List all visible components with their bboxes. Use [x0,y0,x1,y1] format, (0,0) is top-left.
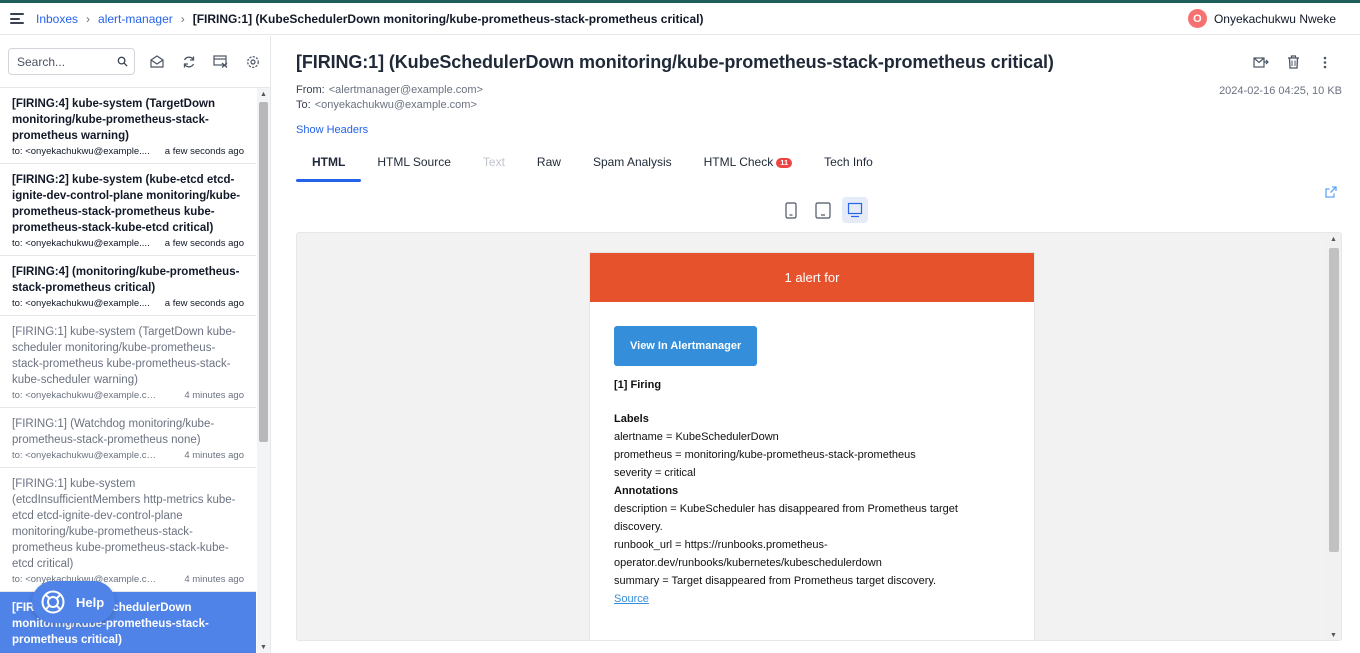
from-row: From: <alertmanager@example.com> [296,84,483,96]
menu-icon[interactable] [10,13,24,24]
from-value: <alertmanager@example.com> [328,84,483,96]
message-recipient: to: <onyekachukwu@example.... [12,238,150,249]
message-recipient: to: <onyekachukwu@example.... [12,298,150,309]
message-list: [FIRING:4] kube-system (TargetDown monit… [0,88,256,653]
annotation-line: summary = Target disappeared from Promet… [614,575,937,587]
refresh-icon[interactable] [180,52,199,72]
device-switcher [775,197,871,223]
message-subject: [FIRING:4] (monitoring/kube-prometheus-s… [12,266,240,294]
labels-heading: Labels [614,413,649,425]
view-in-alertmanager-button[interactable]: View In Alertmanager [614,326,758,366]
list-item[interactable]: [FIRING:1] kube-system (etcdInsufficient… [0,468,256,592]
list-item[interactable]: [FIRING:1] (Watchdog monitoring/kube-pro… [0,408,256,468]
user-menu[interactable]: O Onyekachukwu Nweke [1187,9,1336,28]
message-time: a few seconds ago [164,298,244,309]
list-item[interactable]: [FIRING:1] kube-system (TargetDown kube-… [0,316,256,408]
alert-email: 1 alert for View In Alertmanager [1] Fir… [589,252,1035,640]
message-subject: [FIRING:1] (Watchdog monitoring/kube-pro… [12,418,215,446]
desktop-view-icon[interactable] [842,197,868,223]
show-headers-link[interactable]: Show Headers [296,124,368,136]
avatar: O [1187,9,1207,28]
top-bar: Inboxes › alert-manager › [FIRING:1] (Ku… [0,3,1360,35]
scrollbar-thumb[interactable] [1329,248,1339,552]
annotation-line: description = KubeScheduler has disappea… [614,503,958,533]
scroll-down-icon[interactable]: ▼ [1330,632,1337,639]
to-row: To: <onyekachukwu@example.com> [296,99,477,111]
message-list-scrollbar[interactable]: ▲ ▼ [257,88,270,653]
alert-body: View In Alertmanager [1] Firing Labels a… [590,302,1034,632]
search-input[interactable] [17,54,117,69]
mark-read-icon[interactable] [148,52,167,72]
message-recipient: to: <onyekachukwu@example.com> [12,450,157,461]
message-time: 4 minutes ago [184,574,244,585]
message-subject: [FIRING:1] kube-system (TargetDown kube-… [12,326,236,386]
breadcrumb-inboxes[interactable]: Inboxes [36,12,78,26]
tab-html-source[interactable]: HTML Source [361,153,467,182]
tab-text: Text [482,155,505,169]
html-check-badge: 11 [776,158,793,168]
tab-tech-info[interactable]: Tech Info [808,153,889,182]
list-item[interactable]: [FIRING:4] kube-system (TargetDown monit… [0,88,256,164]
open-external-icon[interactable] [1324,185,1338,199]
source-link[interactable]: Source [614,593,649,605]
search-box [8,48,135,75]
scroll-up-icon[interactable]: ▲ [260,91,267,98]
message-subject: [FIRING:1] kube-system (etcdInsufficient… [12,478,236,570]
user-name: Onyekachukwu Nweke [1213,11,1336,26]
lifebuoy-icon [41,590,65,614]
to-label: To: [296,99,311,111]
annotations-heading: Annotations [614,485,679,497]
breadcrumb-current: [FIRING:1] (KubeSchedulerDown monitoring… [192,11,704,26]
message-subject: [FIRING:4] kube-system (TargetDown monit… [12,98,215,142]
tab-raw[interactable]: Raw [521,153,577,182]
alert-header: 1 alert for [590,253,1034,302]
message-subject: [FIRING:2] kube-system (kube-etcd etcd-i… [12,174,241,234]
mobile-view-icon[interactable] [778,197,804,223]
list-item[interactable]: [FIRING:4] (monitoring/kube-prometheus-s… [0,256,256,316]
message-recipient: to: <onyekachukwu@example.com> [12,390,157,401]
preview-scrollbar[interactable]: ▲ ▼ [1326,233,1341,640]
message-time: 4 minutes ago [184,450,244,461]
sidebar: [FIRING:4] kube-system (TargetDown monit… [0,36,271,653]
sidebar-toolbar [0,36,270,88]
label-line: severity = critical [614,467,696,479]
help-label: Help [76,594,105,610]
tab-spam-analysis[interactable]: Spam Analysis [577,153,688,182]
message-recipient: to: <onyekachukwu@example.... [12,146,150,157]
scroll-down-icon[interactable]: ▼ [260,644,267,651]
breadcrumb-separator: › [86,11,91,26]
forward-icon[interactable] [1250,52,1272,72]
label-line: prometheus = monitoring/kube-prometheus-… [614,449,916,461]
list-item[interactable]: [FIRING:2] kube-system (kube-etcd etcd-i… [0,164,256,256]
from-label: From: [296,84,325,96]
tab-html-check[interactable]: HTML Check 11 [688,153,809,182]
clear-inbox-icon[interactable] [212,52,231,72]
trash-icon[interactable] [1282,52,1304,72]
breadcrumb-separator: › [180,11,185,26]
page-title: [FIRING:1] (KubeSchedulerDown monitoring… [296,52,1054,72]
message-actions [1240,52,1336,72]
breadcrumb-alert-manager[interactable]: alert-manager [98,12,173,26]
scrollbar-thumb[interactable] [259,102,268,442]
scroll-up-icon[interactable]: ▲ [1330,236,1337,243]
search-icon[interactable] [117,56,128,67]
message-time: 4 minutes ago [184,390,244,401]
message-date-size: 2024-02-16 04:25, 10 KB [1219,85,1342,97]
label-line: alertname = KubeSchedulerDown [614,431,779,443]
message-view: [FIRING:1] (KubeSchedulerDown monitoring… [272,36,1360,653]
annotation-line: runbook_url = https://runbooks.prometheu… [614,539,882,569]
firing-count: [1] Firing [614,379,662,391]
to-value: <onyekachukwu@example.com> [314,99,477,111]
tab-html[interactable]: HTML [296,153,362,182]
tab-bar: HTML HTML Source Text Raw Spam Analysis … [296,153,889,182]
message-time: a few seconds ago [164,238,244,249]
more-options-icon[interactable] [1314,52,1336,72]
help-button[interactable]: Help [32,581,115,623]
tablet-view-icon[interactable] [810,197,836,223]
settings-gear-icon[interactable] [243,52,262,72]
html-preview-frame: 1 alert for View In Alertmanager [1] Fir… [296,232,1342,641]
message-time: a few seconds ago [164,146,244,157]
